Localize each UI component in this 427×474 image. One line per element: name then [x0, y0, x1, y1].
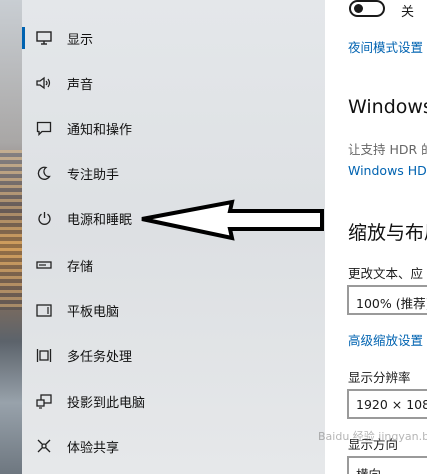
sidebar-item-label: 声音 [67, 77, 94, 93]
sidebar-item-sound[interactable]: 声音 [22, 61, 325, 105]
multitask-icon [36, 347, 52, 363]
sidebar-item-label: 投影到此电脑 [67, 395, 146, 411]
windows-hd-color-link[interactable]: Windows HD [348, 163, 427, 178]
baidu-watermark: Baidu 经验 jingyan.baidu.com [318, 428, 427, 474]
tablet-icon [36, 302, 52, 318]
speaker-icon [36, 75, 52, 91]
notification-icon [36, 120, 52, 136]
hdr-heading: Windows [348, 96, 427, 118]
sidebar-item-projecting[interactable]: 投影到此电脑 [22, 379, 325, 423]
sidebar-item-notifications[interactable]: 通知和操作 [22, 106, 325, 150]
storage-icon [36, 257, 52, 273]
resolution-dropdown[interactable]: 1920 × 1080 [347, 389, 427, 419]
sidebar-item-label: 电源和睡眠 [67, 212, 133, 228]
hdr-description: 让支持 HDR 的 [348, 142, 427, 157]
scale-dropdown-value: 100% (推荐) [356, 296, 427, 311]
sidebar-item-display[interactable]: 显示 [22, 16, 325, 60]
sidebar-item-focus-assist[interactable]: 专注助手 [22, 151, 325, 195]
night-light-toggle[interactable] [349, 0, 385, 17]
display-settings-pane: 关 夜间模式设置 Windows 让支持 HDR 的 Windows HD 缩放… [325, 0, 427, 474]
sidebar-item-shared-experiences[interactable]: 体验共享 [22, 424, 325, 468]
sidebar-item-label: 多任务处理 [67, 349, 133, 365]
scale-dropdown[interactable]: 100% (推荐) [347, 285, 427, 315]
shared-experiences-icon [36, 438, 52, 454]
scale-label: 更改文本、应 [348, 266, 424, 281]
sidebar-item-tablet[interactable]: 平板电脑 [22, 288, 325, 332]
monitor-icon [36, 30, 52, 46]
desktop-wallpaper [0, 0, 22, 474]
night-light-settings-link[interactable]: 夜间模式设置 [348, 37, 423, 56]
advanced-scaling-link[interactable]: 高级缩放设置 [348, 330, 423, 349]
sidebar-item-label: 体验共享 [67, 440, 120, 456]
resolution-dropdown-value: 1920 × 1080 [356, 397, 427, 412]
sidebar-item-label: 存储 [67, 259, 94, 275]
moon-icon [36, 165, 52, 181]
sidebar-item-label: 专注助手 [67, 167, 120, 183]
projecting-icon [36, 393, 52, 409]
watermark-text: Baidu 经验 jingyan.baidu.com [318, 430, 427, 443]
sidebar-item-label: 显示 [67, 32, 94, 48]
resolution-label: 显示分辨率 [348, 370, 411, 385]
toggle-knob [354, 4, 363, 13]
scale-layout-heading: 缩放与布局 [348, 222, 427, 244]
sidebar-item-storage[interactable]: 存储 [22, 243, 325, 287]
sidebar-item-label: 通知和操作 [67, 122, 133, 138]
night-light-toggle-label: 关 [401, 5, 415, 20]
sidebar-item-multitasking[interactable]: 多任务处理 [22, 333, 325, 377]
sidebar-item-label: 平板电脑 [67, 304, 120, 320]
annotation-arrow [141, 199, 324, 241]
power-icon [36, 210, 52, 226]
